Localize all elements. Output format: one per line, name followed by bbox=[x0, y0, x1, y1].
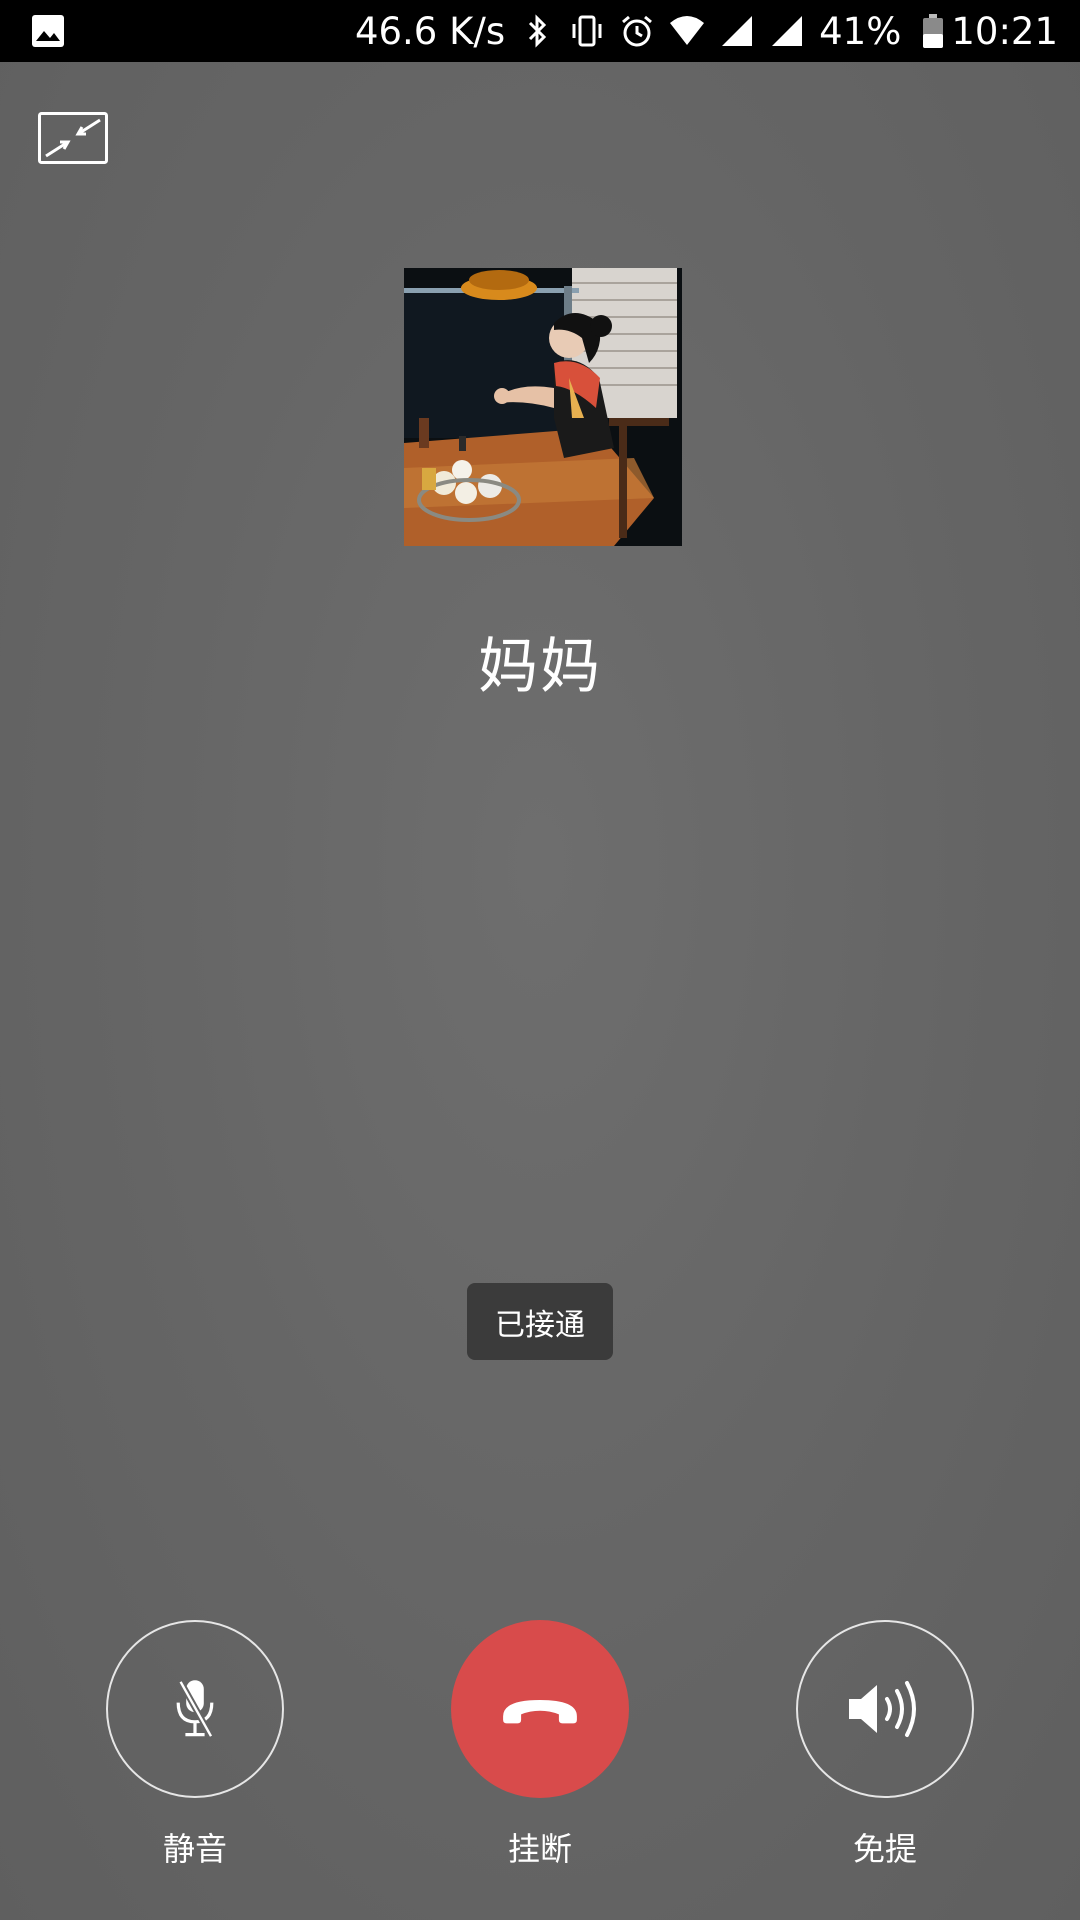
mute-button[interactable] bbox=[106, 1620, 284, 1798]
image-icon bbox=[30, 13, 66, 49]
speaker-icon bbox=[849, 1681, 916, 1737]
speaker-label: 免提 bbox=[852, 1830, 917, 1868]
signal-icon bbox=[719, 13, 755, 49]
minimize-call-button[interactable] bbox=[38, 112, 108, 164]
net-speed-text: 46.6 K/s bbox=[354, 9, 506, 53]
battery-percent-text: 41% bbox=[819, 9, 902, 53]
speaker-button[interactable] bbox=[796, 1620, 974, 1798]
contact-avatar bbox=[404, 268, 682, 546]
contact-name: 妈妈 bbox=[478, 632, 602, 702]
battery-icon bbox=[915, 13, 944, 49]
bluetooth-icon bbox=[519, 13, 555, 49]
mic-off-icon bbox=[176, 1680, 214, 1738]
vibrate-icon bbox=[569, 13, 605, 49]
wifi-icon bbox=[669, 13, 705, 49]
phone-hangup-icon bbox=[503, 1700, 577, 1724]
hangup-label: 挂断 bbox=[507, 1830, 572, 1868]
alarm-icon bbox=[619, 13, 655, 49]
status-bar: 46.6 K/s 41% 10:21 bbox=[0, 0, 1080, 62]
call-status-toast: 已接通 bbox=[467, 1283, 613, 1360]
minimize-icon bbox=[38, 112, 108, 164]
mute-label: 静音 bbox=[162, 1830, 227, 1868]
status-bar-right: 46.6 K/s 41% 10:21 bbox=[355, 0, 1058, 62]
clock-text: 10:21 bbox=[951, 9, 1058, 53]
hangup-button[interactable] bbox=[451, 1620, 629, 1798]
signal-icon bbox=[769, 13, 805, 49]
call-status-text: 已接通 bbox=[495, 1307, 585, 1343]
